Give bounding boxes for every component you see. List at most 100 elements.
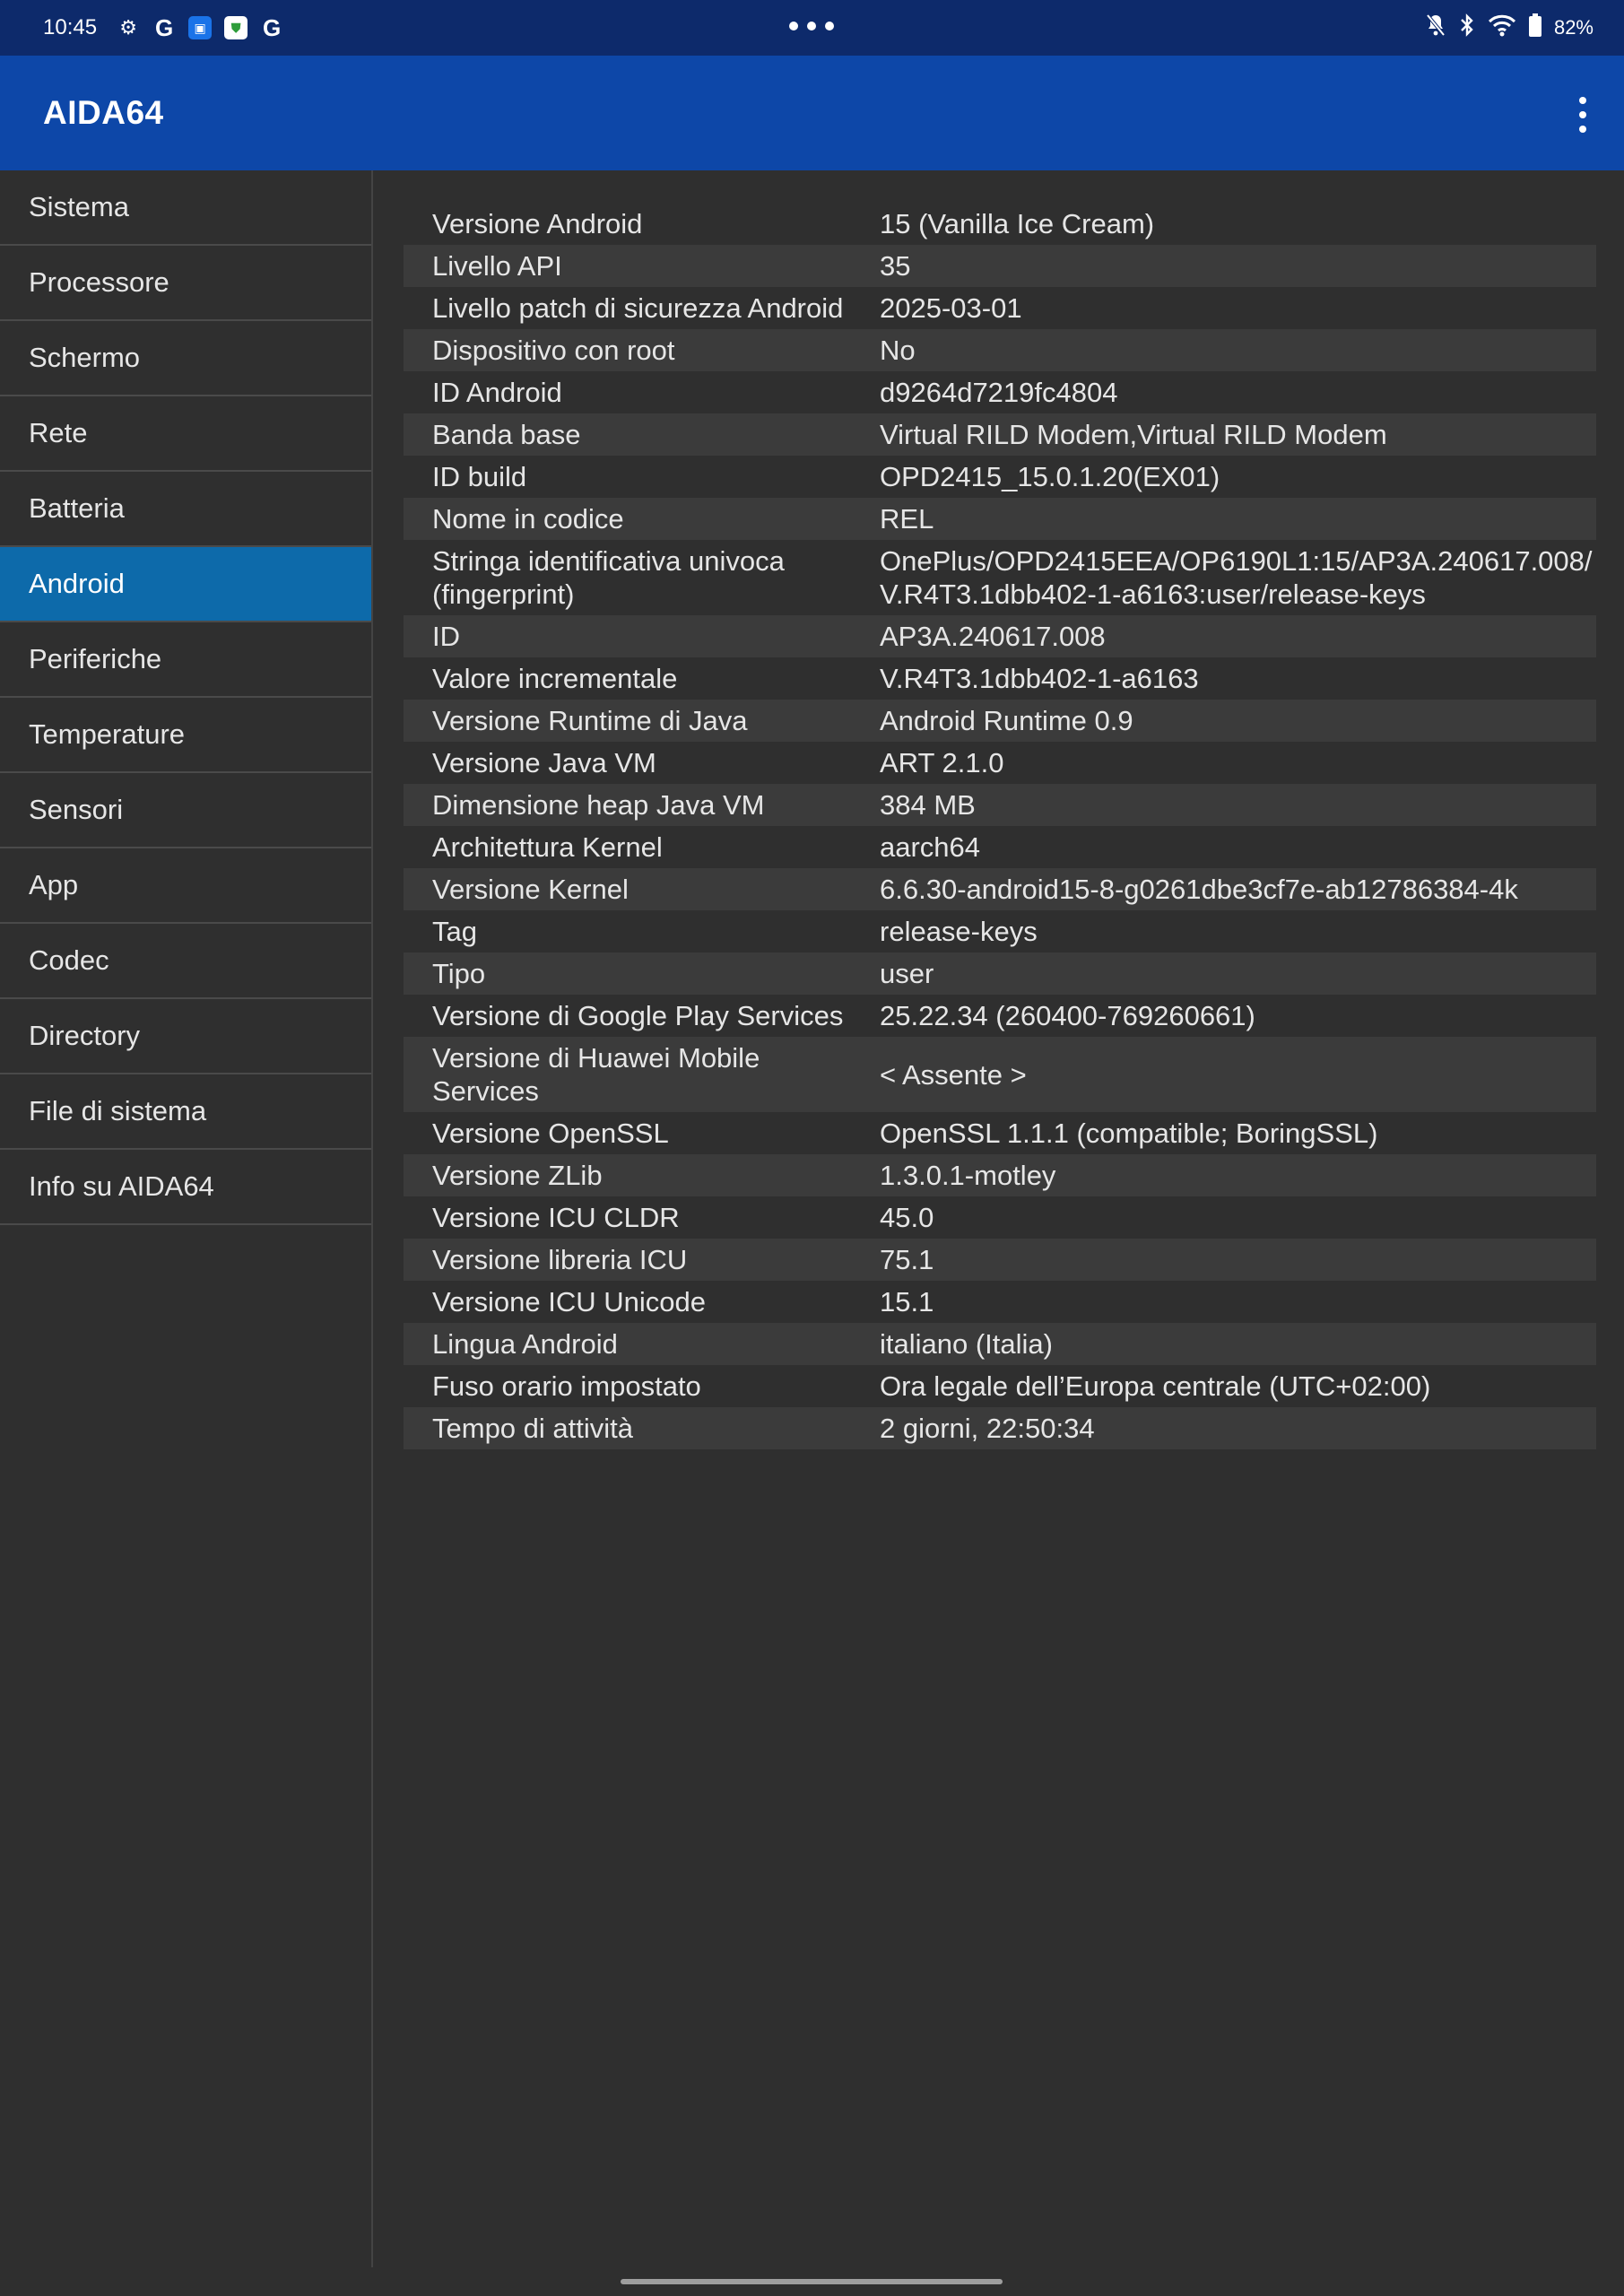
row-key: Lingua Android — [404, 1323, 880, 1365]
google-icon: G — [262, 13, 282, 41]
sidebar-item-temperature[interactable]: Temperature — [0, 698, 371, 773]
row-value: ART 2.1.0 — [880, 747, 1004, 778]
row-key: Tag — [432, 916, 477, 947]
sidebar-item-info-su-aida64[interactable]: Info su AIDA64 — [0, 1150, 371, 1225]
sidebar-item-sistema[interactable]: Sistema — [0, 170, 371, 246]
sidebar-item-label: Info su AIDA64 — [29, 1170, 214, 1202]
table-row: Dimensione heap Java VM 384 MB — [404, 784, 1596, 826]
row-value: 2025-03-01 — [880, 292, 1022, 324]
row-value: AP3A.240617.008 — [880, 615, 1596, 657]
status-time: 10:45 — [43, 15, 98, 39]
row-value: REL — [880, 498, 1596, 540]
table-row: Tag release-keys — [404, 910, 1596, 952]
row-value: 15 (Vanilla Ice Cream) — [880, 208, 1155, 239]
gear-icon: ⚙ — [119, 16, 137, 39]
row-key: Versione Runtime di Java — [404, 700, 880, 742]
row-key: Versione Java VM — [432, 747, 656, 778]
table-row: Versione ZLib 1.3.0.1-motley — [404, 1154, 1596, 1196]
row-value: 45.0 — [880, 1202, 934, 1233]
row-key: Architettura Kernel — [432, 831, 663, 863]
row-value: 25.22.34 (260400-769260661) — [880, 1000, 1255, 1031]
home-indicator[interactable] — [621, 2279, 1003, 2284]
table-row: Architettura Kernel aarch64 — [404, 826, 1596, 868]
sidebar-item-label: Processore — [29, 266, 169, 298]
row-value: italiano (Italia) — [880, 1323, 1596, 1365]
table-row: Tempo di attività 2 giorni, 22:50:34 — [404, 1407, 1596, 1449]
app-title: AIDA64 — [43, 94, 164, 131]
sidebar-item-schermo[interactable]: Schermo — [0, 321, 371, 396]
app-bar: AIDA64 — [0, 56, 1624, 170]
sidebar-item-label: Temperature — [29, 718, 186, 750]
row-value: No — [880, 329, 1596, 371]
sidebar-item-label: Schermo — [29, 342, 141, 373]
sidebar-item-label: File di sistema — [29, 1095, 207, 1126]
sidebar: Sistema Processore Schermo Rete Batteria… — [0, 170, 373, 2267]
google-icon: G — [154, 13, 174, 41]
row-key: Versione di Huawei Mobile Services — [404, 1037, 880, 1112]
more-dots-icon[interactable] — [789, 13, 834, 39]
row-value: Android Runtime 0.9 — [880, 700, 1596, 742]
table-row: ID Android d9264d7219fc4804 — [404, 371, 1596, 413]
sidebar-item-sensori[interactable]: Sensori — [0, 773, 371, 848]
row-key: Versione Android — [432, 208, 643, 239]
sidebar-item-codec[interactable]: Codec — [0, 924, 371, 999]
row-key: Versione OpenSSL — [432, 1118, 669, 1149]
sidebar-item-periferiche[interactable]: Periferiche — [0, 622, 371, 698]
table-row: Versione di Huawei Mobile Services < Asse… — [404, 1037, 1596, 1112]
row-key: Stringa identificativa univoca (fingerpr… — [432, 545, 785, 610]
sidebar-item-label: Sensori — [29, 794, 124, 825]
table-row: Livello patch di sicurezza Android 2025-0… — [404, 287, 1596, 329]
sidebar-item-file-di-sistema[interactable]: File di sistema — [0, 1074, 371, 1150]
sidebar-item-rete[interactable]: Rete — [0, 396, 371, 472]
sidebar-item-label: Sistema — [29, 191, 129, 222]
battery-percent: 82% — [1553, 16, 1594, 39]
row-key: Tipo — [404, 952, 880, 995]
table-row: Versione Android 15 (Vanilla Ice Cream) — [404, 203, 1596, 245]
sidebar-item-label: App — [29, 869, 79, 900]
row-key: ID Android — [432, 377, 562, 408]
table-row: Versione di Google Play Services 25.22.34… — [404, 995, 1596, 1037]
row-key: Nome in codice — [404, 498, 880, 540]
sidebar-item-label: Android — [29, 568, 125, 599]
sidebar-item-batteria[interactable]: Batteria — [0, 472, 371, 547]
sidebar-item-android[interactable]: Android — [0, 547, 371, 622]
row-key: Tempo di attività — [404, 1407, 880, 1449]
sidebar-item-label: Directory — [29, 1020, 141, 1051]
table-row: Versione Java VM ART 2.1.0 — [404, 742, 1596, 784]
table-row: Stringa identificativa univoca (fingerpr… — [404, 540, 1596, 615]
sidebar-item-label: Batteria — [29, 492, 125, 524]
outlook-icon: ▣ — [188, 16, 213, 39]
sidebar-item-label: Periferiche — [29, 643, 162, 674]
row-key: Dimensione heap Java VM — [404, 784, 880, 826]
row-key: Livello API — [404, 245, 880, 287]
table-row: Versione libreria ICU 75.1 — [404, 1239, 1596, 1281]
info-table: Versione Android 15 (Vanilla Ice Cream) L… — [404, 203, 1596, 1449]
row-value: 384 MB — [880, 784, 1596, 826]
overflow-menu-icon[interactable] — [1574, 97, 1592, 133]
row-value: Virtual RILD Modem,Virtual RILD Modem — [880, 413, 1596, 456]
sidebar-item-label: Rete — [29, 417, 88, 448]
table-row: Versione ICU Unicode 15.1 — [404, 1281, 1596, 1323]
row-value: release-keys — [880, 916, 1038, 947]
row-value: 1.3.0.1-motley — [880, 1154, 1596, 1196]
table-row: Versione ICU CLDR 45.0 — [404, 1196, 1596, 1239]
row-value: OnePlus/OPD2415EEA/OP6190L1:15/AP3A.2406… — [880, 545, 1593, 610]
sidebar-item-app[interactable]: App — [0, 848, 371, 924]
row-key: Livello patch di sicurezza Android — [432, 292, 844, 324]
row-value: 6.6.30-android15-8-g0261dbe3cf7e-ab12786… — [880, 868, 1596, 910]
status-bar: 10:45 ⚙ G ▣ ⛊ G 82% — [0, 0, 1624, 56]
row-key: Valore incrementale — [432, 663, 678, 694]
sidebar-item-processore[interactable]: Processore — [0, 246, 371, 321]
table-row: Versione OpenSSL OpenSSL 1.1.1 (compatibl… — [404, 1112, 1596, 1154]
sidebar-item-directory[interactable]: Directory — [0, 999, 371, 1074]
table-row: Nome in codice REL — [404, 498, 1596, 540]
bluetooth-icon — [1459, 13, 1475, 42]
row-value: OPD2415_15.0.1.20(EX01) — [880, 461, 1220, 492]
row-key: Versione libreria ICU — [404, 1239, 880, 1281]
row-key: ID build — [432, 461, 527, 492]
row-key: Dispositivo con root — [404, 329, 880, 371]
table-row: Versione Kernel 6.6.30-android15-8-g0261d… — [404, 868, 1596, 910]
wifi-icon — [1488, 13, 1516, 42]
table-row: Livello API 35 — [404, 245, 1596, 287]
row-key: Banda base — [404, 413, 880, 456]
